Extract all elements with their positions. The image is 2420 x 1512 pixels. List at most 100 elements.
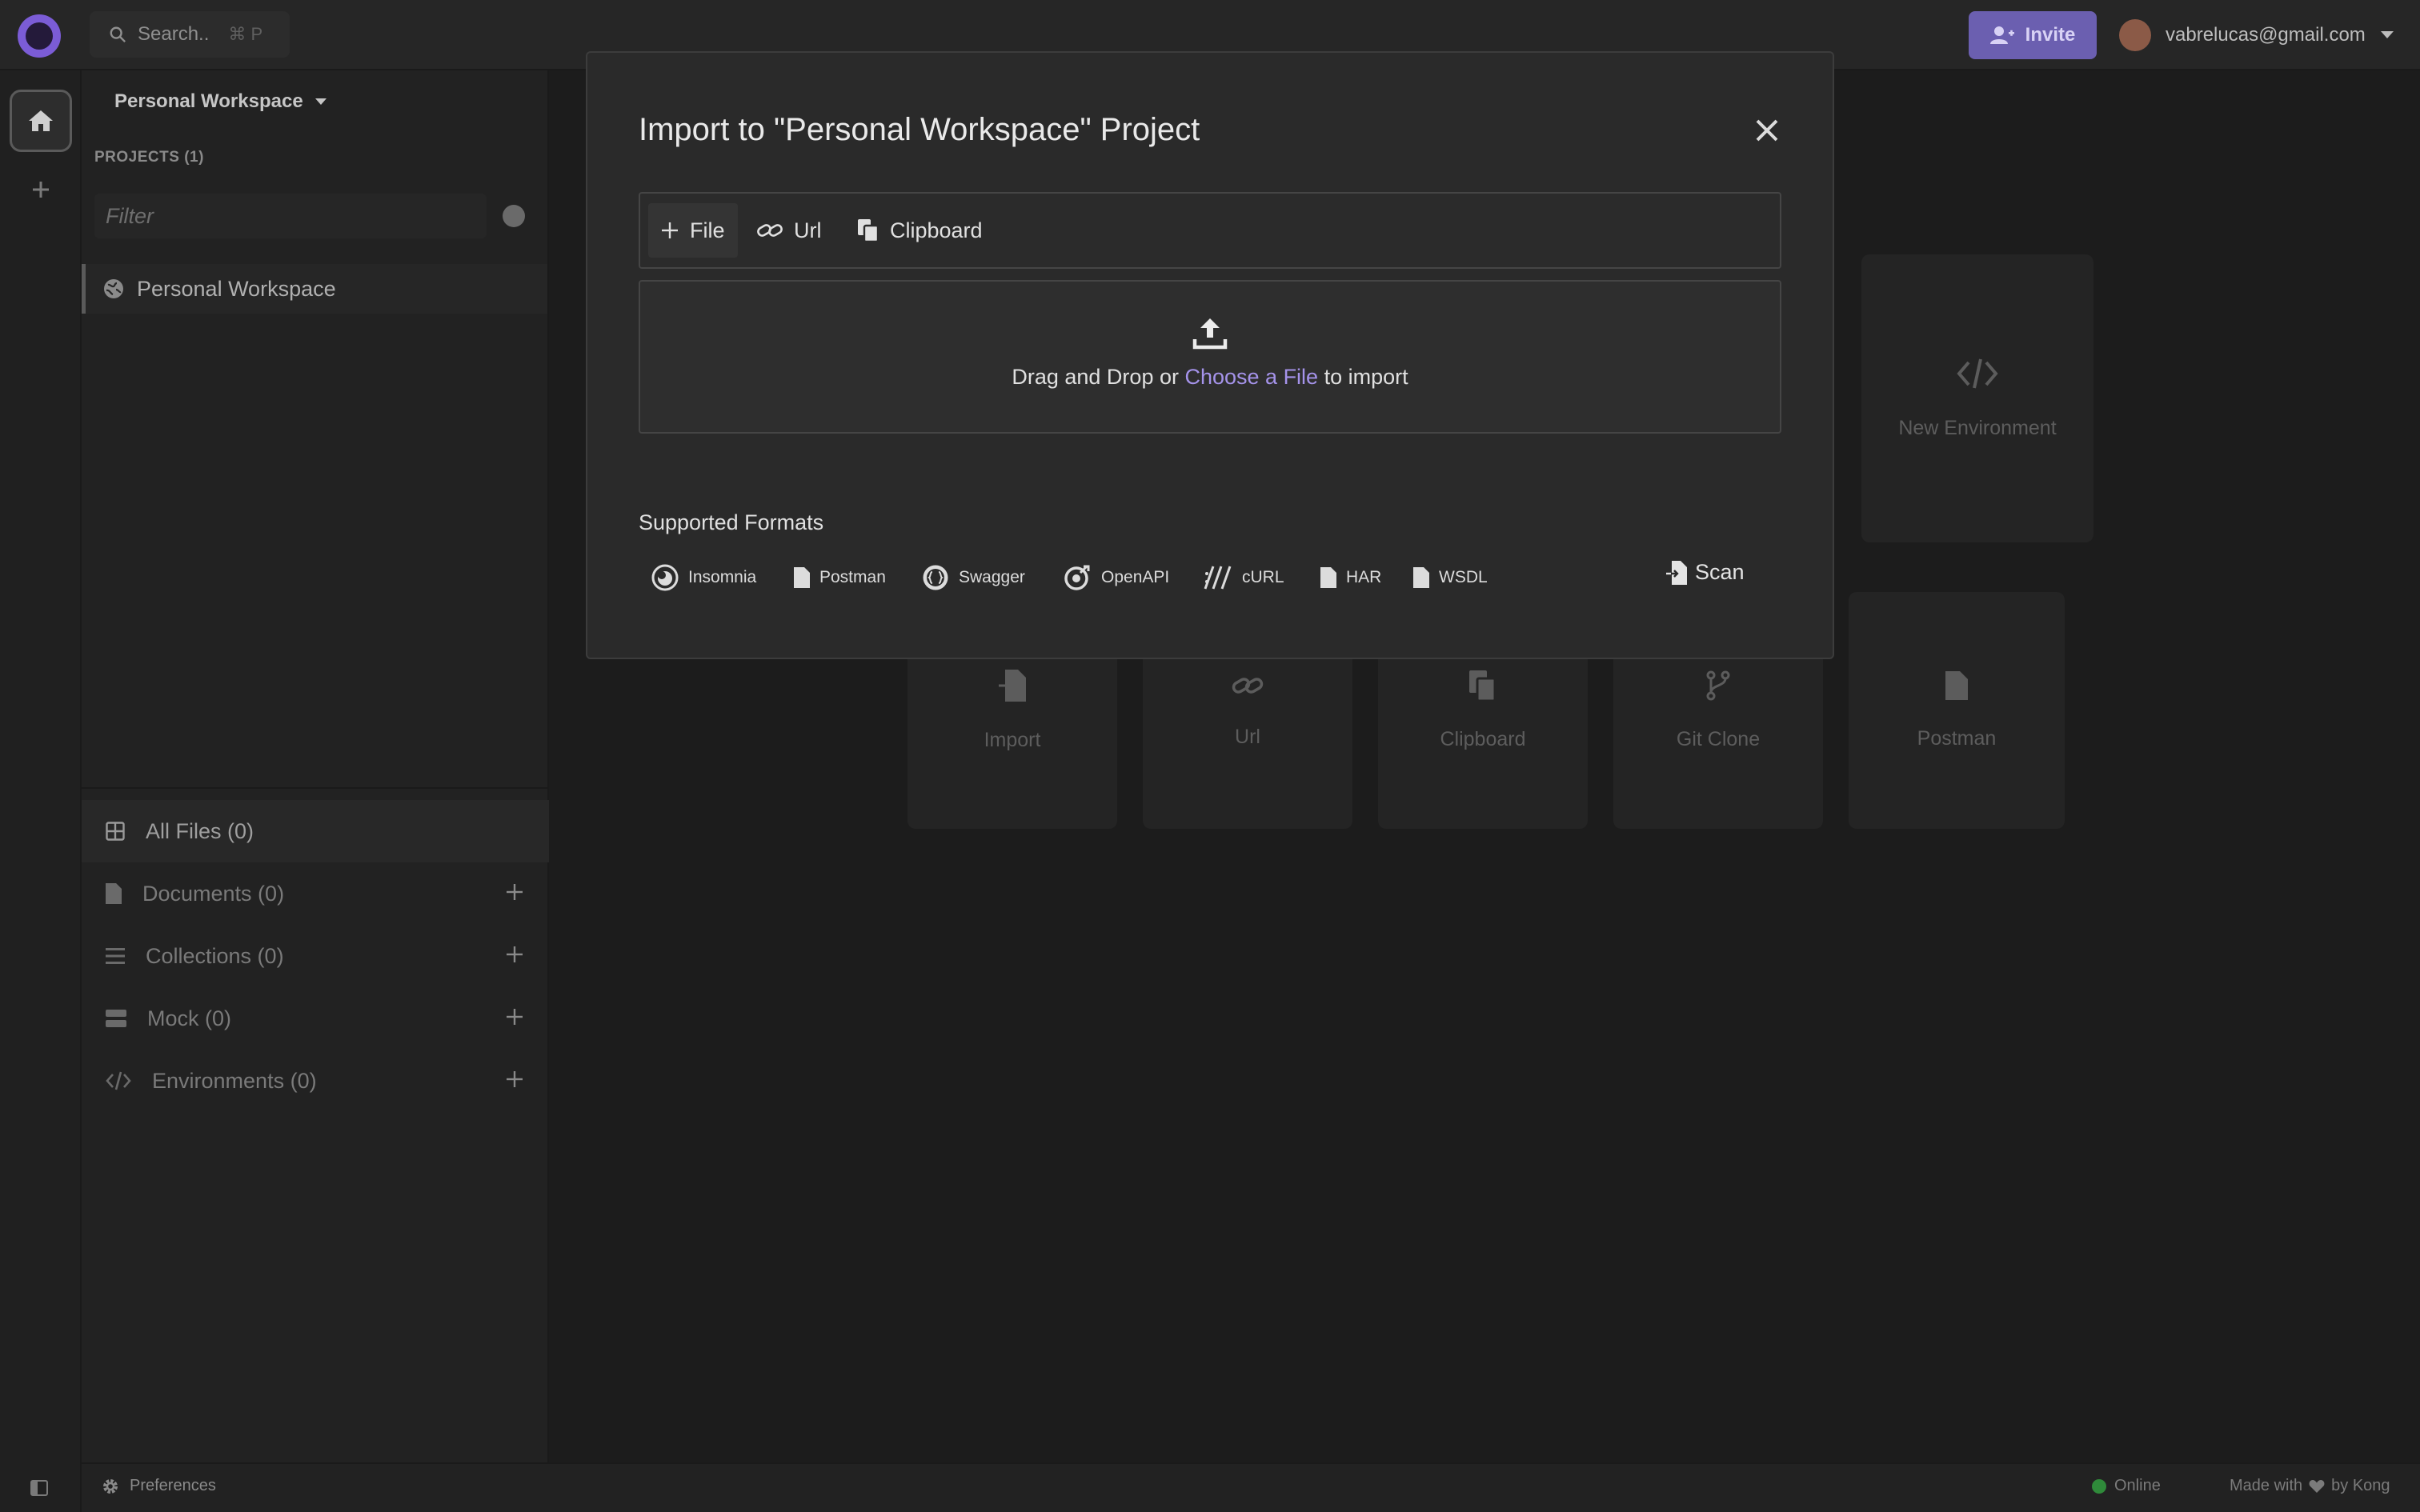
close-button[interactable] xyxy=(1753,116,1781,145)
projects-heading: PROJECTS (1) xyxy=(94,149,204,166)
search-shortcut: ⌘ P xyxy=(228,24,263,44)
format-curl: cURL xyxy=(1204,563,1284,592)
filter-mock[interactable]: Mock (0) xyxy=(82,987,549,1050)
format-label: Swagger xyxy=(959,568,1025,586)
format-postman: Postman xyxy=(794,563,886,592)
home-button[interactable] xyxy=(10,90,72,152)
file-group-label: All Files (0) xyxy=(146,818,254,843)
user-plus-icon xyxy=(1989,26,2014,44)
avatar xyxy=(2119,19,2151,51)
invite-label: Invite xyxy=(2025,24,2076,46)
status-label: Online xyxy=(2114,1477,2161,1494)
filter-placeholder: Filter xyxy=(106,203,154,228)
tab-label: Url xyxy=(794,218,822,242)
plus-icon xyxy=(33,182,49,198)
made-with-prefix: Made with xyxy=(2230,1477,2303,1494)
add-mock-icon[interactable] xyxy=(504,1006,525,1027)
format-label: OpenAPI xyxy=(1101,568,1170,586)
card-label: Postman xyxy=(1917,726,1997,750)
filter-environments[interactable]: Environments (0) xyxy=(82,1050,549,1112)
workspace-selector-label: Personal Workspace xyxy=(114,90,303,112)
add-document-icon[interactable] xyxy=(504,882,525,902)
status-bar xyxy=(82,1462,2420,1512)
project-item[interactable]: Personal Workspace xyxy=(82,264,547,314)
invite-button[interactable]: Invite xyxy=(1969,11,2097,59)
modal-title: Import to "Personal Workspace" Project xyxy=(639,112,1200,147)
filter-collections[interactable]: Collections (0) xyxy=(82,925,549,987)
format-openapi: OpenAPI xyxy=(1063,563,1169,592)
workspace-selector[interactable]: Personal Workspace xyxy=(114,90,327,113)
file-icon xyxy=(1413,567,1429,588)
heart-icon xyxy=(2309,1479,2325,1493)
format-label: Insomnia xyxy=(688,568,757,586)
file-group-label: Documents (0) xyxy=(142,881,285,906)
add-organization-button[interactable] xyxy=(29,178,53,202)
git-branch-icon xyxy=(1706,670,1730,700)
card-label: Import xyxy=(984,728,1041,751)
link-icon xyxy=(1232,677,1264,694)
card-label: Git Clone xyxy=(1676,727,1761,750)
insomnia-icon xyxy=(651,564,679,591)
choose-file-link[interactable]: Choose a File xyxy=(1184,365,1318,389)
clipboard-icon xyxy=(858,219,879,242)
filter-documents[interactable]: Documents (0) xyxy=(82,862,549,925)
caret-down-icon xyxy=(2380,31,2394,38)
globe-icon xyxy=(104,279,123,298)
file-group-label: Collections (0) xyxy=(146,943,284,968)
add-collection-icon[interactable] xyxy=(504,944,525,965)
online-status: Online xyxy=(2092,1477,2161,1495)
made-with-credit[interactable]: Made with by Kong xyxy=(2230,1477,2390,1495)
swagger-icon xyxy=(923,565,948,590)
user-menu[interactable]: vabrelucas@gmail.com xyxy=(2119,16,2394,54)
close-icon xyxy=(1756,119,1778,142)
file-drop-zone[interactable] xyxy=(639,280,1781,434)
search-icon xyxy=(110,26,126,43)
server-icon xyxy=(106,1010,126,1027)
made-with-suffix: by Kong xyxy=(2331,1477,2390,1494)
gear-icon xyxy=(103,1478,118,1494)
import-file-icon xyxy=(999,669,1026,702)
add-project-button[interactable] xyxy=(503,205,525,227)
user-email: vabrelucas@gmail.com xyxy=(2166,24,2366,46)
tab-url[interactable]: Url xyxy=(744,203,835,258)
collapse-sidebar-icon[interactable] xyxy=(30,1480,48,1496)
tab-file[interactable]: File xyxy=(648,203,738,258)
sidebar-divider xyxy=(82,787,549,789)
import-source-tabs: File Url Clipboard xyxy=(639,192,1781,269)
format-wsdl: WSDL xyxy=(1413,563,1488,592)
scan-label: Scan xyxy=(1695,560,1745,584)
home-icon xyxy=(29,110,53,131)
drop-suffix: to import xyxy=(1324,365,1408,389)
upload-icon xyxy=(1192,317,1228,350)
file-icon xyxy=(794,567,810,588)
scan-button[interactable]: Scan xyxy=(1666,560,1745,585)
plus-icon xyxy=(662,222,678,238)
tab-label: Clipboard xyxy=(890,218,983,242)
preferences-button[interactable]: Preferences xyxy=(102,1477,216,1495)
add-environment-icon[interactable] xyxy=(504,1069,525,1090)
supported-formats-heading: Supported Formats xyxy=(639,510,824,534)
project-filter-input[interactable]: Filter xyxy=(94,194,487,238)
search-placeholder: Search.. xyxy=(138,23,210,45)
link-icon xyxy=(757,224,783,237)
file-type-list: All Files (0) Documents (0) Collections … xyxy=(82,800,549,1112)
file-import-icon xyxy=(1666,560,1687,585)
tab-clipboard[interactable]: Clipboard xyxy=(845,203,996,258)
search-button[interactable]: Search.. ⌘ P xyxy=(90,11,290,58)
clipboard-icon xyxy=(1469,670,1496,701)
format-label: Postman xyxy=(819,568,886,586)
left-rail xyxy=(0,70,82,1512)
card-label: New Environment xyxy=(1898,416,2057,439)
postman-card[interactable]: Postman xyxy=(1849,592,2065,829)
insomnia-logo[interactable] xyxy=(18,14,61,58)
project-name: Personal Workspace xyxy=(137,276,336,301)
drop-prefix: Drag and Drop or xyxy=(1012,365,1179,389)
code-icon xyxy=(106,1071,131,1090)
tab-label: File xyxy=(690,218,725,242)
filter-all-files[interactable]: All Files (0) xyxy=(82,800,549,862)
curl-icon xyxy=(1204,566,1232,590)
format-swagger: Swagger xyxy=(922,563,1025,592)
caret-down-icon xyxy=(315,98,327,105)
new-environment-card[interactable]: New Environment xyxy=(1861,254,2093,542)
document-icon xyxy=(106,883,122,904)
